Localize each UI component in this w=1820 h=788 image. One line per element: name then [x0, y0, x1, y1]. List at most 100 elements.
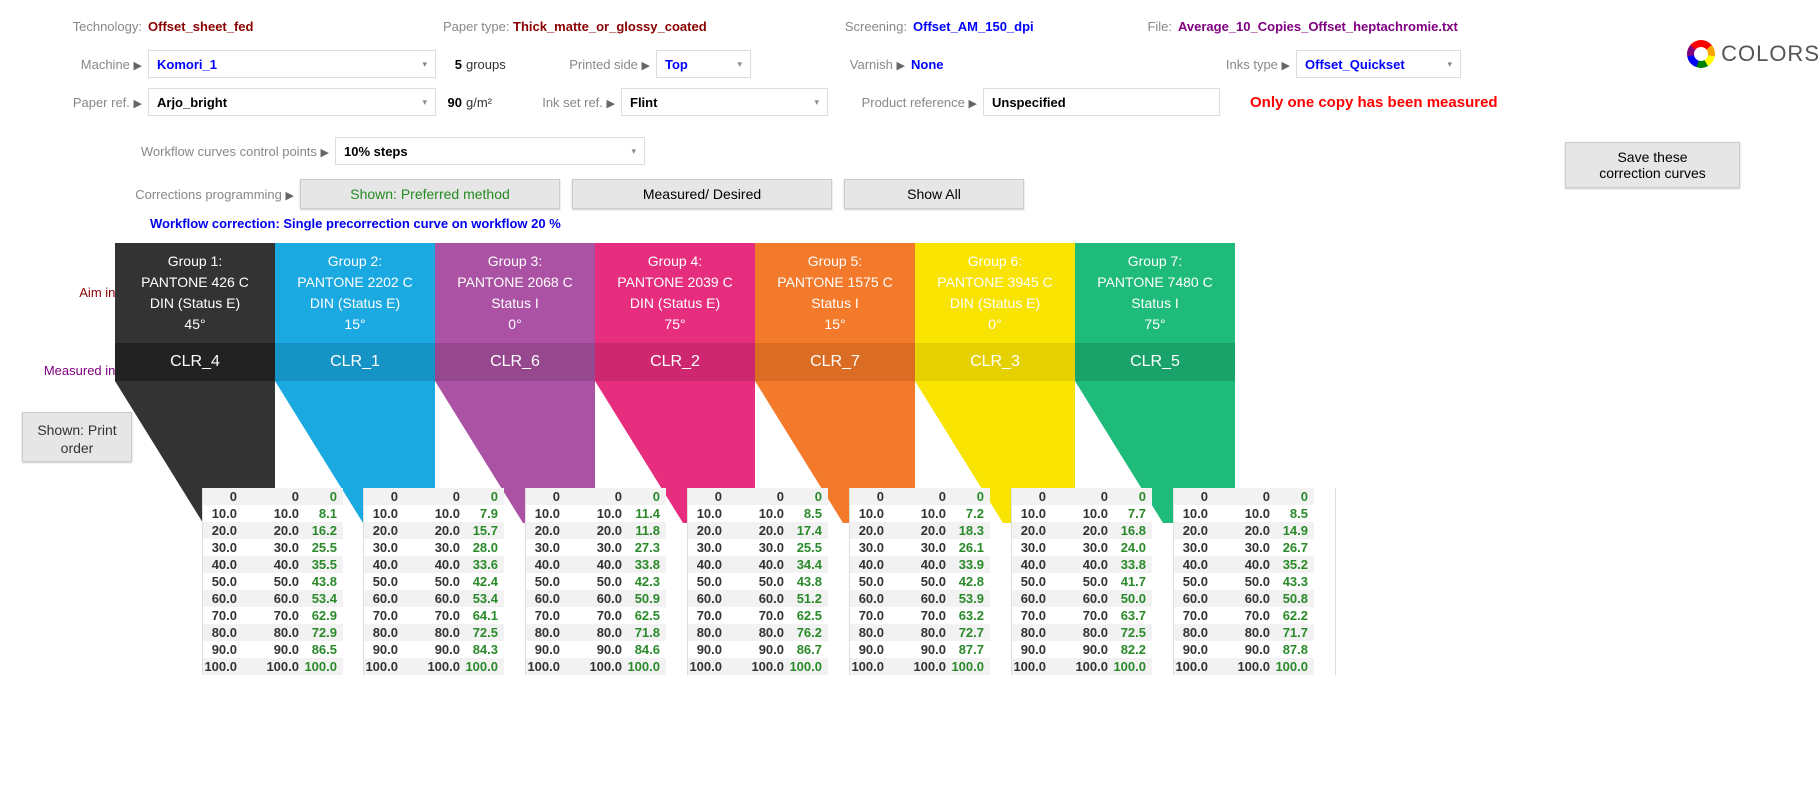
cell-step: 0 [203, 488, 253, 505]
groups-unit: groups [466, 57, 506, 72]
cell-step: 60.0 [688, 590, 738, 607]
table-row: 70.070.063.7 [1012, 607, 1152, 624]
cell-step: 0 [1012, 488, 1062, 505]
cell-step: 10.0 [1174, 505, 1224, 522]
table-row: 100.0100.0100.0 [688, 658, 828, 675]
table-row: 100.0100.0100.0 [203, 658, 343, 675]
table-row: 20.020.018.3 [850, 522, 990, 539]
cell-value: 18.3 [950, 522, 990, 539]
cell-ref: 20.0 [414, 522, 464, 539]
cell-step: 30.0 [364, 539, 414, 556]
cell-value: 53.4 [464, 590, 504, 607]
cell-value: 24.0 [1112, 539, 1152, 556]
group-column: Group 6:PANTONE 3945 CDIN (Status E)0°CL… [915, 243, 1075, 523]
group-angle: 75° [595, 314, 755, 335]
table-row: 70.070.062.5 [688, 607, 828, 624]
cell-value: 86.7 [788, 641, 828, 658]
cell-value: 42.8 [950, 573, 990, 590]
cell-ref: 90.0 [576, 641, 626, 658]
table-row: 30.030.028.0 [364, 539, 504, 556]
group-header: Group 6:PANTONE 3945 CDIN (Status E)0° [915, 243, 1075, 343]
cell-value: 41.7 [1112, 573, 1152, 590]
cell-ref: 60.0 [1224, 590, 1274, 607]
cell-value: 25.5 [303, 539, 343, 556]
table-row: 100.0100.0100.0 [364, 658, 504, 675]
machine-dropdown[interactable]: Komori_1 ▾ [148, 50, 436, 78]
cell-step: 70.0 [526, 607, 576, 624]
cell-ref: 30.0 [900, 539, 950, 556]
table-row: 80.080.072.5 [1012, 624, 1152, 641]
table-row: 20.020.011.8 [526, 522, 666, 539]
cell-ref: 30.0 [253, 539, 303, 556]
cell-step: 0 [850, 488, 900, 505]
cell-value: 50.0 [1112, 590, 1152, 607]
triangle-icon: ▶ [134, 60, 142, 72]
cell-ref: 90.0 [1224, 641, 1274, 658]
group-column: Group 4:PANTONE 2039 CDIN (Status E)75°C… [595, 243, 755, 523]
table-row: 50.050.042.8 [850, 573, 990, 590]
product-ref-dropdown[interactable]: Unspecified [983, 88, 1220, 116]
inks-type-dropdown[interactable]: Offset_Quickset ▾ [1296, 50, 1461, 78]
measured-desired-button[interactable]: Measured/ Desired [572, 179, 832, 209]
group-pantone: PANTONE 2068 C [435, 272, 595, 293]
cell-value: 0 [464, 488, 504, 505]
gm-value: 90 [448, 95, 462, 110]
workflow-steps-dropdown[interactable]: 10% steps ▾ [335, 137, 645, 165]
cell-step: 80.0 [526, 624, 576, 641]
table-row: 60.060.050.8 [1174, 590, 1314, 607]
cell-value: 84.6 [626, 641, 666, 658]
cell-ref: 100.0 [576, 658, 626, 675]
paper-ref-value: Arjo_bright [157, 95, 416, 110]
group-column: Group 3:PANTONE 2068 CStatus I0°CLR_6 [435, 243, 595, 523]
cell-step: 40.0 [1012, 556, 1062, 573]
cell-value: 8.5 [788, 505, 828, 522]
cell-value: 15.7 [464, 522, 504, 539]
cell-ref: 50.0 [414, 573, 464, 590]
cell-ref: 30.0 [576, 539, 626, 556]
cell-ref: 30.0 [1224, 539, 1274, 556]
cell-ref: 40.0 [1062, 556, 1112, 573]
cell-ref: 0 [576, 488, 626, 505]
table-row: 50.050.041.7 [1012, 573, 1152, 590]
cell-ref: 100.0 [1224, 658, 1274, 675]
group-status: DIN (Status E) [915, 293, 1075, 314]
table-row: 000 [203, 488, 343, 505]
table-row: 60.060.053.9 [850, 590, 990, 607]
table-row: 10.010.08.5 [1174, 505, 1314, 522]
printed-side-dropdown[interactable]: Top ▾ [656, 50, 751, 78]
print-order-button[interactable]: Shown: Print order [22, 412, 132, 462]
cell-value: 8.5 [1274, 505, 1314, 522]
triangle-icon: ▶ [134, 98, 142, 110]
cell-value: 0 [1274, 488, 1314, 505]
show-all-button[interactable]: Show All [844, 179, 1024, 209]
cell-ref: 0 [253, 488, 303, 505]
cell-value: 8.1 [303, 505, 343, 522]
inks-type-label: Inks type [1226, 57, 1278, 72]
cell-ref: 90.0 [414, 641, 464, 658]
cell-step: 90.0 [688, 641, 738, 658]
machine-label: Machine [81, 57, 130, 72]
cell-step: 80.0 [203, 624, 253, 641]
cell-value: 100.0 [1274, 658, 1314, 675]
cell-step: 80.0 [364, 624, 414, 641]
cell-step: 60.0 [364, 590, 414, 607]
cell-step: 0 [1174, 488, 1224, 505]
table-row: 100.0100.0100.0 [526, 658, 666, 675]
paper-ref-dropdown[interactable]: Arjo_bright ▾ [148, 88, 436, 116]
cell-ref: 50.0 [576, 573, 626, 590]
group-angle: 0° [915, 314, 1075, 335]
chevron-down-icon: ▾ [1447, 59, 1452, 70]
data-table: 00010.010.08.120.020.016.230.030.025.540… [203, 488, 343, 675]
table-row: 90.090.087.8 [1174, 641, 1314, 658]
corrections-label: Corrections programming [135, 187, 282, 202]
ink-set-ref-dropdown[interactable]: Flint ▾ [621, 88, 828, 116]
cell-value: 100.0 [303, 658, 343, 675]
cell-step: 70.0 [203, 607, 253, 624]
group-title: Group 1: [115, 251, 275, 272]
save-curves-button[interactable]: Save these correction curves [1565, 142, 1740, 188]
shown-preferred-button[interactable]: Shown: Preferred method [300, 179, 560, 209]
varnish-label: Varnish [850, 57, 893, 72]
cell-ref: 10.0 [1224, 505, 1274, 522]
cell-ref: 100.0 [253, 658, 303, 675]
table-row: 80.080.076.2 [688, 624, 828, 641]
